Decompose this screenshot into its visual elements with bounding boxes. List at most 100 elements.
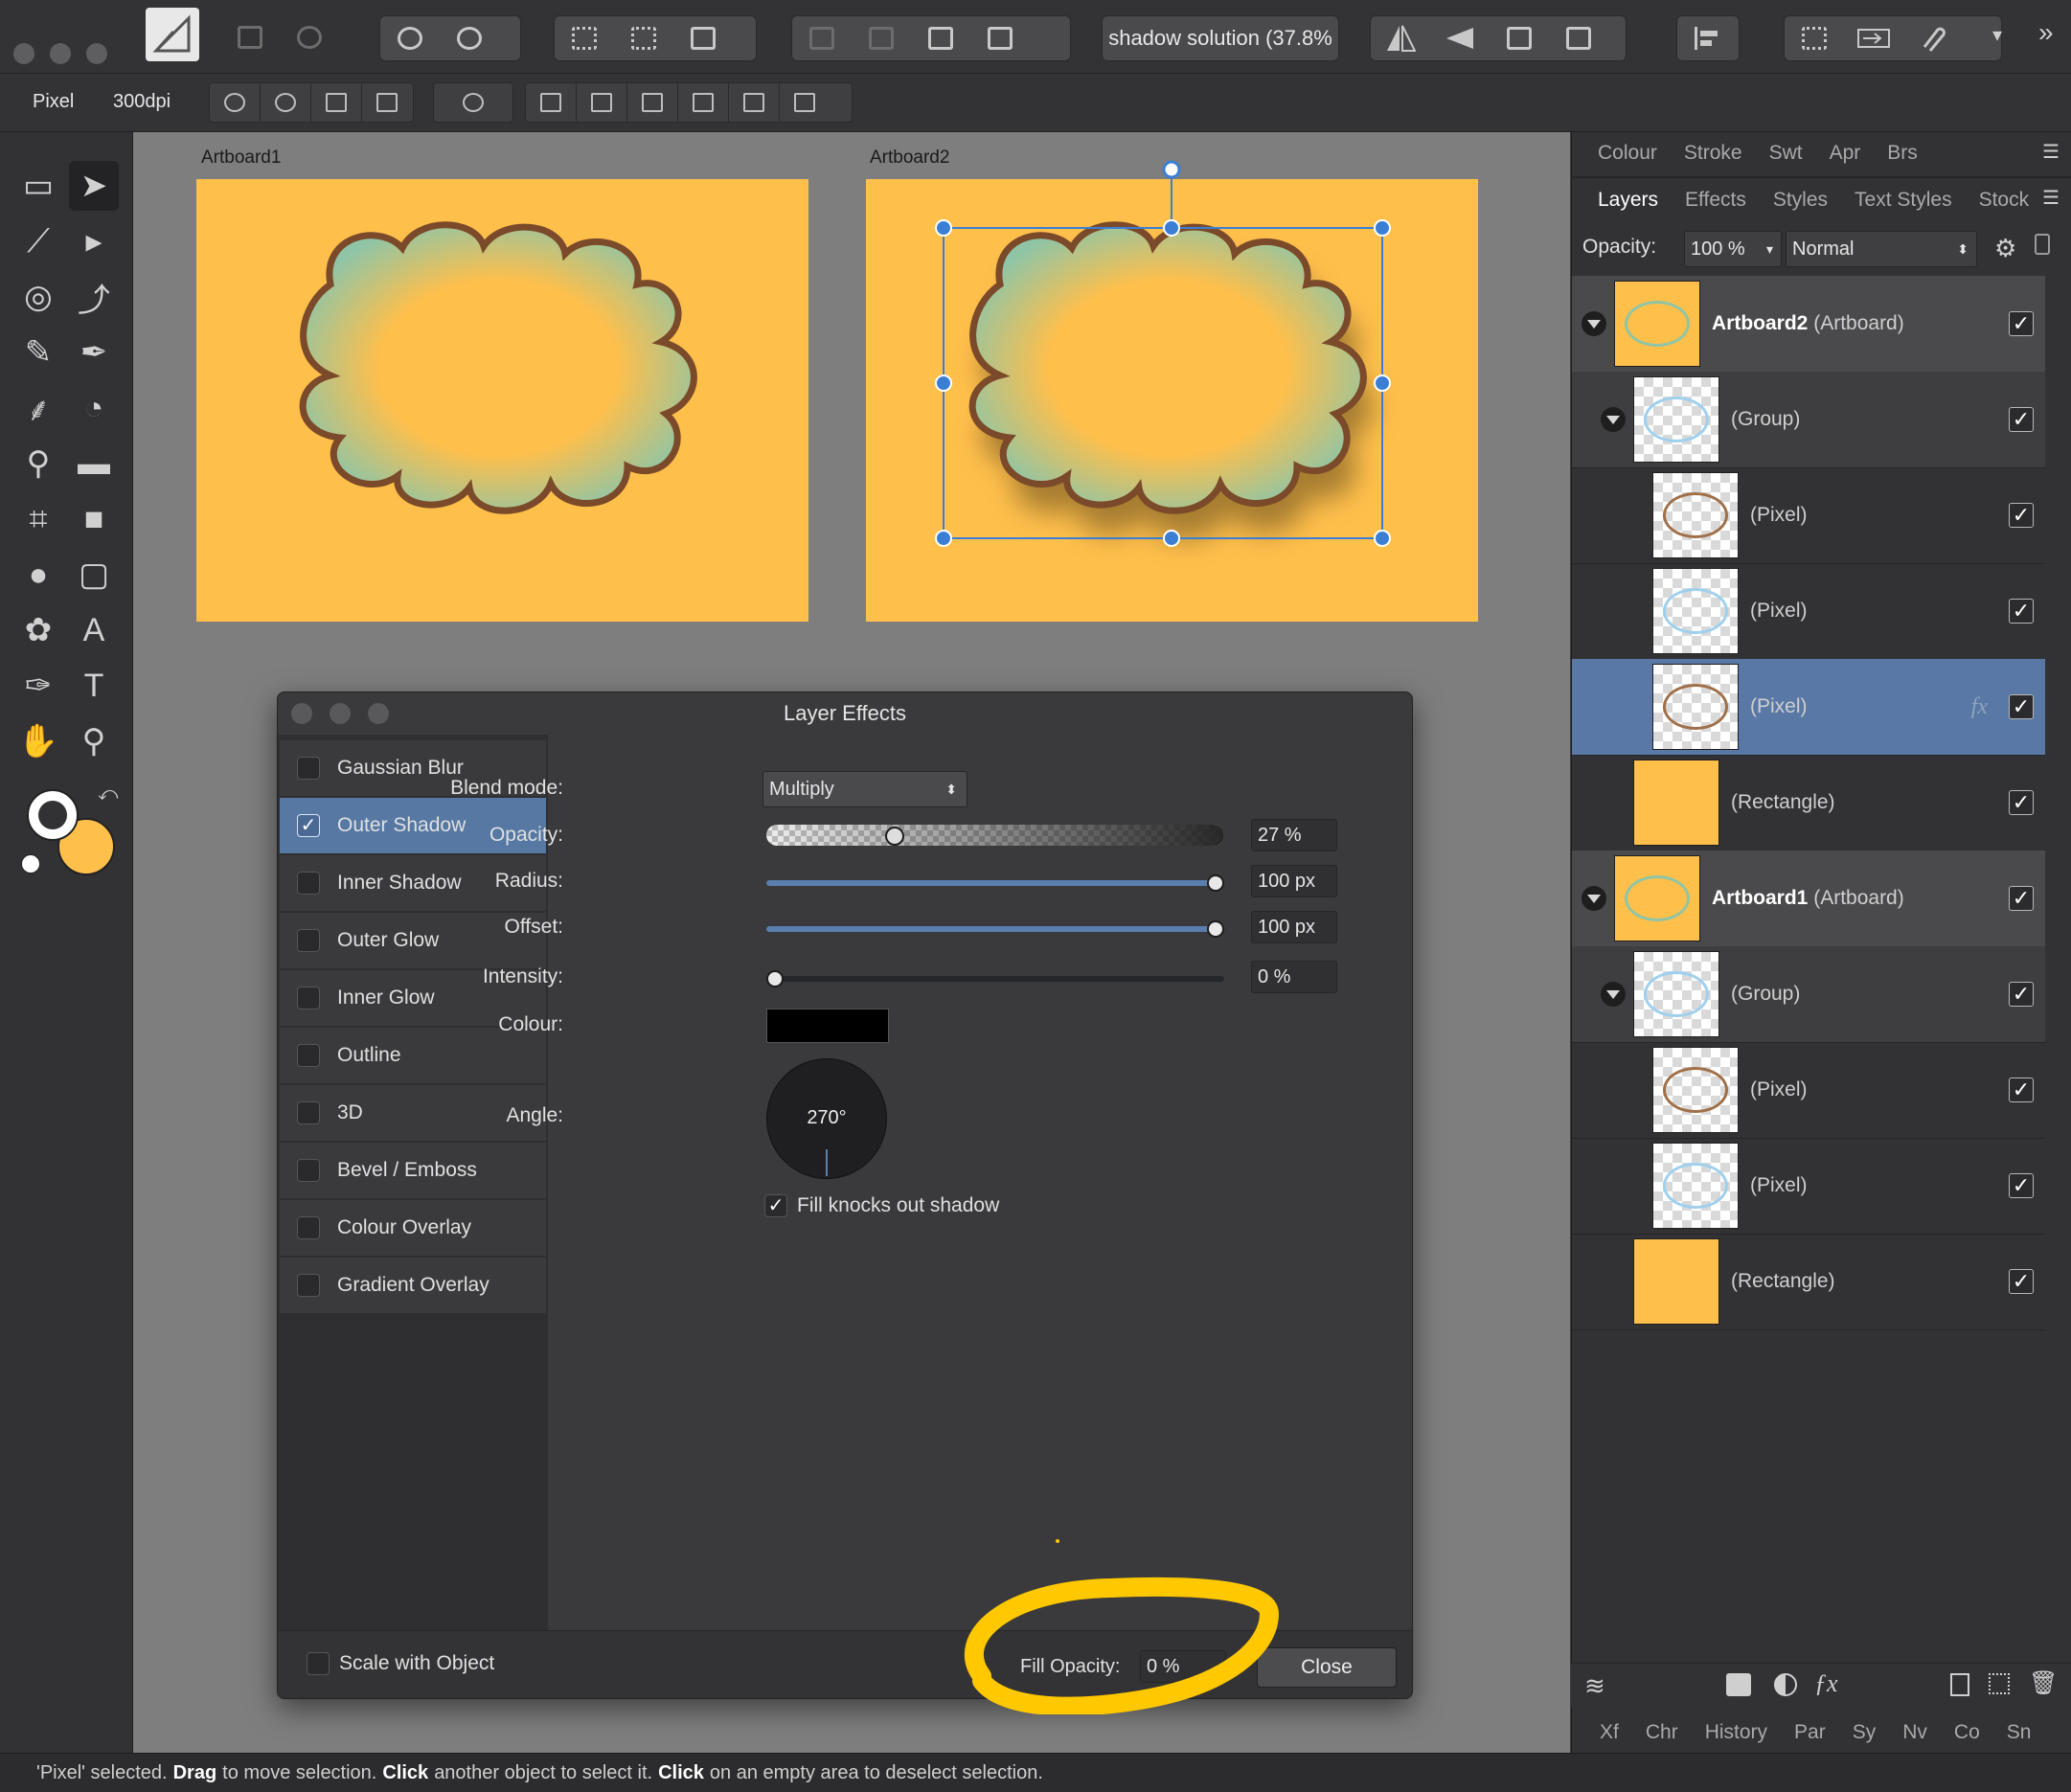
intensity-slider[interactable] (766, 976, 1224, 982)
rotate-right-icon[interactable] (1549, 16, 1608, 60)
pencil-tool-icon[interactable]: ✎ (13, 328, 63, 377)
panel-tab[interactable]: History (1705, 1721, 1767, 1744)
layers-opacity-field[interactable]: 100 % ▾ (1684, 231, 1782, 267)
zoom-tool-icon[interactable]: ⚲ (69, 716, 119, 766)
move-front-icon[interactable] (970, 16, 1030, 60)
paint-brush-tool-icon[interactable]: ◔ (69, 383, 119, 433)
effect-checkbox[interactable] (297, 929, 320, 952)
layer-fx-icon[interactable]: fx (1971, 694, 1988, 720)
divide-shape-icon[interactable] (440, 16, 499, 60)
expand-toggle-icon[interactable] (1582, 886, 1606, 911)
layer-row[interactable]: (Pixel) ✓ (1572, 563, 2045, 660)
flip-horizontal-icon[interactable] (1371, 16, 1430, 60)
pixel-persona-icon[interactable] (220, 15, 280, 59)
align-icon[interactable] (1677, 16, 1737, 60)
radius-slider-knob[interactable] (1207, 874, 1224, 892)
offset-slider-knob[interactable] (1207, 920, 1224, 938)
effect-checkbox[interactable] (297, 1101, 320, 1124)
radius-field[interactable]: 100 px (1251, 865, 1337, 897)
resize-handle[interactable] (935, 374, 952, 392)
visibility-checkbox[interactable]: ✓ (2009, 1269, 2034, 1294)
align-bottom-icon[interactable] (780, 83, 830, 122)
window-zoom-button[interactable] (86, 43, 107, 64)
visibility-checkbox[interactable]: ✓ (2009, 311, 2034, 336)
expand-toggle-icon[interactable] (1601, 982, 1626, 1007)
intensity-slider-knob[interactable] (766, 970, 784, 987)
stroke-swatch[interactable] (27, 789, 79, 841)
effect-checkbox[interactable] (297, 757, 320, 780)
layer-row[interactable]: (Pixel) fx ✓ (1572, 659, 2045, 756)
cog-shape-tool-icon[interactable]: ✿ (13, 605, 63, 655)
no-color-icon[interactable] (21, 854, 40, 873)
expand-toggle-icon[interactable] (1582, 311, 1606, 336)
insert-target-icon[interactable] (1844, 16, 1903, 60)
new-layer-icon[interactable] (1950, 1673, 1969, 1696)
contour-tool-icon[interactable]: ◎ (13, 272, 63, 322)
panel-tab[interactable]: Chr (1646, 1721, 1678, 1744)
rotation-handle[interactable] (1162, 160, 1181, 179)
visibility-checkbox[interactable]: ✓ (2009, 1077, 2034, 1102)
align-middle-icon[interactable] (729, 83, 780, 122)
panel-tab[interactable]: Sn (2007, 1721, 2032, 1744)
panel-tab[interactable]: Co (1954, 1721, 1980, 1744)
visibility-checkbox[interactable]: ✓ (2009, 599, 2034, 624)
flip-guides-icon[interactable] (311, 83, 362, 122)
resize-handle[interactable] (935, 530, 952, 547)
crop-tool-icon[interactable]: ⌗ (13, 494, 63, 544)
unit-selector[interactable]: Pixel (33, 91, 74, 113)
artboard1[interactable] (196, 179, 808, 622)
app-logo-icon[interactable] (146, 8, 199, 61)
panel-tab[interactable]: Layers (1598, 189, 1658, 212)
layer-stack-icon[interactable]: ≋ (1584, 1671, 1605, 1701)
offset-field[interactable]: 100 px (1251, 911, 1337, 943)
panel-tab[interactable]: Sy (1853, 1721, 1877, 1744)
opacity-slider[interactable] (766, 825, 1224, 846)
lock-icon[interactable] (2035, 234, 2050, 255)
align-top-icon[interactable] (678, 83, 729, 122)
layer-row[interactable]: (Pixel) ✓ (1572, 1042, 2045, 1139)
layer-row[interactable]: (Pixel) ✓ (1572, 467, 2045, 564)
add-shape-icon[interactable] (380, 16, 440, 60)
move-tool-icon[interactable]: ➤ (69, 161, 119, 211)
view-tool-icon[interactable]: ✋ (13, 716, 63, 766)
color-picker-tool-icon[interactable]: ✑ (13, 661, 63, 711)
panel-tab[interactable]: Nv (1902, 1721, 1927, 1744)
artistic-text-tool-icon[interactable]: A (69, 605, 119, 655)
snapping-magnet-icon[interactable] (1903, 16, 1963, 60)
rectangle-tool-icon[interactable]: ■ (69, 494, 119, 544)
layer-settings-gear-icon[interactable]: ⚙ (1994, 234, 2016, 263)
resize-handle[interactable] (1374, 374, 1391, 392)
frame-text-tool-icon[interactable]: T (69, 661, 119, 711)
effect-checkbox[interactable]: ✓ (297, 814, 320, 837)
align-center-icon[interactable] (577, 83, 627, 122)
layers-blend-select[interactable]: Normal ⬍ (1786, 231, 1977, 267)
layer-row[interactable]: (Pixel) ✓ (1572, 1138, 2045, 1235)
cloud-shape[interactable] (968, 221, 1367, 514)
panel-tab[interactable]: Par (1794, 1721, 1826, 1744)
resize-handle[interactable] (1163, 219, 1180, 237)
panel-tab[interactable]: Brs (1887, 142, 1918, 165)
panel-tab[interactable]: Effects (1685, 189, 1746, 212)
visibility-checkbox[interactable]: ✓ (2009, 503, 2034, 528)
panel-menu-icon[interactable]: ☰ (2042, 140, 2060, 164)
visibility-checkbox[interactable]: ✓ (2009, 407, 2034, 432)
effect-item[interactable]: Colour Overlay (280, 1200, 546, 1256)
fill-knocks-out-checkbox[interactable]: ✓ (764, 1194, 787, 1217)
visibility-checkbox[interactable]: ✓ (2009, 694, 2034, 719)
resize-handle[interactable] (1374, 530, 1391, 547)
panel-tab[interactable]: Text Styles (1855, 189, 1952, 212)
rotate-left-icon[interactable] (1490, 16, 1549, 60)
effect-checkbox[interactable] (297, 1274, 320, 1297)
panel-tab[interactable]: Stock (1979, 189, 2030, 212)
artboard2[interactable] (866, 160, 1478, 622)
transform-mode-icon[interactable] (261, 83, 311, 122)
align-right-icon[interactable] (627, 83, 678, 122)
toolbar-overflow-icon[interactable]: » (2038, 17, 2054, 48)
layers-menu-icon[interactable]: ☰ (2042, 186, 2060, 210)
dpi-selector[interactable]: 300dpi (113, 91, 171, 113)
layer-row[interactable]: Artboard2 (Artboard) ✓ (1572, 276, 2045, 373)
flip-vertical-icon[interactable] (1430, 16, 1490, 60)
pen-tool-icon[interactable]: ✒ (69, 328, 119, 377)
visibility-checkbox[interactable]: ✓ (2009, 982, 2034, 1007)
deselect-icon[interactable] (614, 16, 673, 60)
